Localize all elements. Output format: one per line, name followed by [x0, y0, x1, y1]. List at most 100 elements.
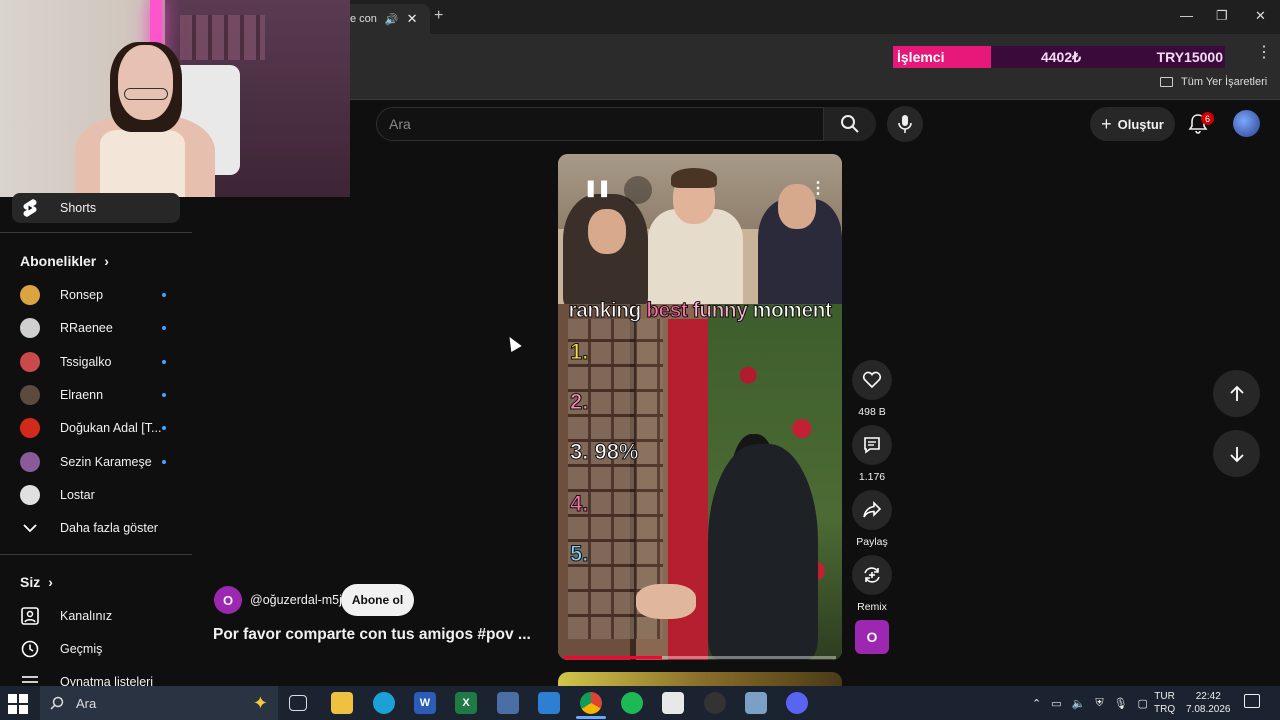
new-content-dot	[162, 359, 166, 364]
app-icon[interactable]	[662, 692, 684, 714]
sidebar-item-shorts[interactable]: Shorts	[12, 193, 180, 223]
caption-word: best	[646, 299, 689, 323]
rank-label: 4.	[569, 491, 589, 517]
voice-search-button[interactable]	[887, 106, 923, 142]
show-more-button[interactable]: Daha fazla göster	[0, 513, 180, 543]
comment-action[interactable]: 1.176	[852, 425, 892, 483]
video-progress-bar[interactable]	[564, 656, 836, 659]
you-title: Siz	[20, 574, 41, 590]
divider	[0, 232, 192, 233]
close-window-button[interactable]: ✕	[1255, 8, 1266, 24]
pause-icon[interactable]: ❚❚	[584, 178, 611, 198]
remix-action[interactable]: Remix	[852, 555, 892, 613]
notification-center-icon[interactable]	[1244, 694, 1260, 708]
subscription-item[interactable]: Lostar	[0, 480, 180, 510]
excel-icon[interactable]: X	[455, 692, 477, 714]
like-action[interactable]: 498 B	[852, 360, 892, 418]
comment-button[interactable]	[852, 425, 892, 465]
previous-short-button[interactable]	[1213, 370, 1260, 417]
all-bookmarks[interactable]: Tüm Yer İşaretleri	[1160, 76, 1267, 88]
minimize-button[interactable]: —	[1180, 8, 1193, 23]
network-icon[interactable]: ▢	[1138, 697, 1148, 710]
like-button[interactable]	[852, 360, 892, 400]
mouse-cursor	[504, 333, 522, 353]
app-icon[interactable]	[745, 692, 767, 714]
channel-avatar[interactable]: O	[214, 586, 242, 614]
subscriptions-header[interactable]: Abonelikler ›	[20, 253, 109, 269]
sidebar-item-history[interactable]: Geçmiş	[0, 634, 180, 664]
maximize-button[interactable]: ❐	[1216, 8, 1228, 24]
you-header[interactable]: Siz ›	[20, 574, 53, 590]
browser-tab[interactable]: e con 🔊 ✕	[340, 4, 430, 34]
subscription-name: RRaenee	[60, 321, 113, 336]
subscription-item[interactable]: Ronsep	[0, 280, 180, 310]
subscription-item[interactable]: Tssigalko	[0, 347, 180, 377]
subscription-item[interactable]: Elraenn	[0, 380, 180, 410]
sidebar-item-label: Shorts	[60, 201, 97, 215]
share-button[interactable]	[852, 490, 892, 530]
new-content-dot	[162, 293, 166, 297]
volume-icon[interactable]: 🔈	[1072, 697, 1086, 710]
speaker-icon[interactable]: 🔊	[385, 13, 399, 26]
calculator-icon[interactable]	[497, 692, 519, 714]
next-short-button[interactable]	[1213, 430, 1260, 477]
share-action[interactable]: Paylaş	[852, 490, 892, 548]
battery-icon[interactable]: ▭	[1051, 697, 1061, 710]
channel-thumbnail[interactable]: O	[855, 620, 889, 654]
mic-icon[interactable]: 🎙	[1114, 697, 1128, 710]
subscription-name: Elraenn	[60, 387, 104, 402]
caption-word: funny	[692, 299, 748, 323]
short-title[interactable]: Por favor comparte con tus amigos #pov .…	[213, 626, 531, 644]
divider	[0, 554, 192, 555]
obs-icon[interactable]	[704, 692, 726, 714]
channel-avatar	[20, 285, 40, 305]
word-icon[interactable]: W	[414, 692, 436, 714]
security-icon[interactable]: ⛨	[1095, 697, 1103, 710]
channel-handle[interactable]: @oğuzerdal-m5j	[250, 593, 342, 607]
subscription-item[interactable]: Doğukan Adal [T...	[0, 413, 180, 443]
browser-menu-icon[interactable]: ⋮	[1256, 42, 1272, 62]
chrome-icon[interactable]	[580, 692, 602, 714]
sidebar-item-your-channel[interactable]: Kanalınız	[0, 601, 180, 631]
search-input[interactable]	[377, 108, 823, 140]
taskbar-search[interactable]: Ara ✦	[40, 686, 278, 720]
active-app-indicator	[576, 716, 606, 719]
subscribe-button[interactable]: Abone ol	[341, 584, 414, 616]
remix-label: Remix	[857, 601, 887, 613]
caption-word: ranking	[568, 299, 642, 323]
edge-icon[interactable]	[373, 692, 395, 714]
close-tab-icon[interactable]: ✕	[407, 11, 418, 27]
discord-icon[interactable]	[786, 692, 808, 714]
like-count: 498 B	[858, 406, 886, 418]
remix-button[interactable]	[852, 555, 892, 595]
spotify-icon[interactable]	[621, 692, 643, 714]
clock[interactable]: 22:42 7.08.2026	[1186, 690, 1231, 716]
rank-label: 1.	[569, 339, 589, 365]
subscription-item[interactable]: RRaenee	[0, 313, 180, 343]
new-tab-button[interactable]: +	[434, 7, 443, 25]
subscription-name: Sezin Karameşe	[60, 454, 152, 469]
input-language[interactable]: TUR TRQ	[1154, 690, 1175, 716]
chevron-up-icon[interactable]: ⌃	[1032, 697, 1041, 710]
time: 22:42	[1195, 691, 1221, 702]
file-explorer-icon[interactable]	[331, 692, 353, 714]
windows-start-icon[interactable]	[8, 694, 28, 714]
create-button[interactable]: + Oluştur	[1090, 107, 1175, 141]
volume-icon[interactable]	[624, 176, 652, 204]
comment-icon	[864, 437, 880, 454]
account-avatar[interactable]	[1233, 110, 1260, 137]
cpu-try: TRY15000	[1156, 49, 1223, 65]
short-video-player[interactable]: ranking best funny moment 1. 2. 3. 98% 4…	[558, 154, 842, 660]
channel-avatar	[20, 384, 40, 405]
create-label: Oluştur	[1117, 116, 1164, 132]
subscription-item[interactable]: Sezin Karameşe	[0, 447, 180, 477]
cpu-label: İşlemci	[893, 46, 991, 68]
sparkle-icon: ✦	[252, 692, 268, 713]
more-options-icon[interactable]: ⋮	[810, 178, 826, 198]
taskbar-search-placeholder: Ara	[76, 695, 97, 711]
task-view-icon[interactable]	[289, 695, 307, 711]
store-icon[interactable]	[538, 692, 560, 714]
share-label: Paylaş	[856, 536, 888, 548]
search-button[interactable]	[824, 107, 876, 141]
channel-avatar	[20, 418, 40, 439]
